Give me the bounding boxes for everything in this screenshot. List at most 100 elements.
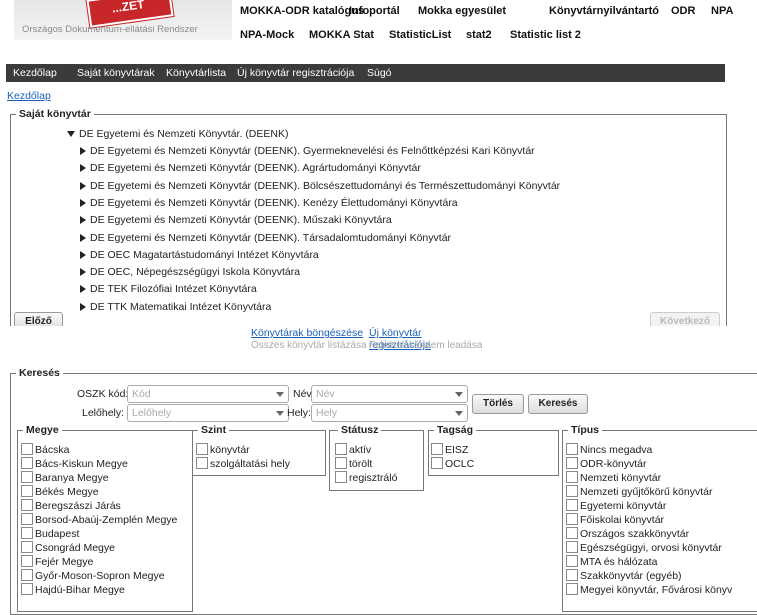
checkbox[interactable]: [566, 513, 578, 525]
checkbox[interactable]: [566, 443, 578, 455]
menu-own-libraries[interactable]: Saját könyvtárak: [77, 67, 155, 79]
filter-option[interactable]: Nemzeti könyvtár: [566, 471, 661, 484]
filter-option[interactable]: Országos szakkönyvtár: [566, 527, 689, 540]
top-nav-link[interactable]: stat2: [466, 29, 492, 41]
filter-option[interactable]: Győr-Moson-Sopron Megye: [21, 569, 165, 582]
checkbox[interactable]: [335, 457, 347, 469]
expand-triangle-icon[interactable]: [80, 268, 86, 277]
menu-new-library-registration[interactable]: Új könyvtár regisztrációja: [237, 67, 354, 79]
checkbox[interactable]: [21, 499, 33, 511]
menu-home[interactable]: Kezdőlap: [13, 67, 57, 79]
filter-option[interactable]: MTA és hálózata: [566, 555, 657, 568]
checkbox[interactable]: [335, 471, 347, 483]
filter-option[interactable]: Békés Megye: [21, 485, 99, 498]
filter-option[interactable]: OCLC: [431, 457, 474, 470]
checkbox[interactable]: [21, 443, 33, 455]
filter-option[interactable]: Egyetemi könyvtár: [566, 499, 666, 512]
place-combo[interactable]: Hely: [311, 404, 468, 422]
checkbox[interactable]: [566, 583, 578, 595]
breadcrumb-home[interactable]: Kezdőlap: [7, 90, 51, 102]
top-nav-link[interactable]: MOKKA Stat: [309, 29, 374, 41]
collapse-triangle-icon[interactable]: [67, 131, 75, 137]
checkbox[interactable]: [566, 569, 578, 581]
tree-item[interactable]: DE Egyetemi és Nemzeti Könyvtár (DEENK).…: [80, 162, 421, 174]
filter-option[interactable]: Egészségügyi, orvosi könyvtár: [566, 541, 722, 554]
expand-triangle-icon[interactable]: [80, 181, 86, 190]
checkbox[interactable]: [21, 471, 33, 483]
top-nav-link[interactable]: Mokka egyesület: [418, 5, 506, 17]
filter-option[interactable]: Budapest: [21, 527, 79, 540]
top-nav-link[interactable]: NPA: [711, 5, 733, 17]
clear-button[interactable]: Törlés: [472, 394, 524, 414]
filter-option[interactable]: Beregszászi Járás: [21, 499, 121, 512]
expand-triangle-icon[interactable]: [80, 250, 86, 259]
tree-item[interactable]: DE TEK Filozófiai Intézet Könyvtára: [80, 283, 257, 295]
name-combo[interactable]: Név: [311, 385, 468, 403]
checkbox[interactable]: [566, 457, 578, 469]
top-nav-link[interactable]: Könyvtárnyilvántartó: [549, 5, 659, 17]
top-nav-link[interactable]: MOKKA-ODR katalógus: [240, 5, 364, 17]
oszk-code-combo[interactable]: Kód: [127, 385, 289, 403]
filter-option[interactable]: törölt: [335, 457, 372, 470]
filter-option[interactable]: aktív: [335, 443, 371, 456]
filter-option[interactable]: Nemzeti gyűjtőkörű könyvtár: [566, 485, 712, 498]
checkbox[interactable]: [21, 583, 33, 595]
filter-option[interactable]: Hajdú-Bihar Megye: [21, 583, 125, 596]
checkbox[interactable]: [21, 555, 33, 567]
tree-item[interactable]: DE TTK Matematikai Intézet Könyvtára: [80, 301, 271, 313]
browse-libraries-link[interactable]: Könyvtárak böngészése: [251, 327, 363, 339]
checkbox[interactable]: [196, 457, 208, 469]
filter-option[interactable]: Szakkönyvtár (egyéb): [566, 569, 682, 582]
checkbox[interactable]: [21, 541, 33, 553]
filter-option[interactable]: Borsod-Abaúj-Zemplén Megye: [21, 513, 177, 526]
checkbox[interactable]: [21, 513, 33, 525]
filter-option[interactable]: EISZ: [431, 443, 468, 456]
search-button[interactable]: Keresés: [528, 394, 588, 414]
checkbox[interactable]: [21, 485, 33, 497]
tree-item[interactable]: DE Egyetemi és Nemzeti Könyvtár (DEENK).…: [80, 214, 392, 226]
top-nav-link[interactable]: NPA-Mock: [240, 29, 294, 41]
filter-option[interactable]: könyvtár: [196, 443, 250, 456]
filter-option[interactable]: szolgáltatási hely: [196, 457, 290, 470]
checkbox[interactable]: [431, 443, 443, 455]
checkbox[interactable]: [431, 457, 443, 469]
checkbox[interactable]: [566, 541, 578, 553]
top-nav-link[interactable]: Infoportál: [349, 5, 400, 17]
filter-option[interactable]: ODR-könyvtár: [566, 457, 647, 470]
expand-triangle-icon[interactable]: [80, 302, 86, 311]
menu-help[interactable]: Súgó: [367, 67, 392, 79]
tree-item[interactable]: DE Egyetemi és Nemzeti Könyvtár (DEENK).…: [80, 145, 535, 157]
expand-triangle-icon[interactable]: [80, 233, 86, 242]
expand-triangle-icon[interactable]: [80, 164, 86, 173]
tree-item[interactable]: DE Egyetemi és Nemzeti Könyvtár (DEENK).…: [80, 232, 451, 244]
checkbox[interactable]: [566, 555, 578, 567]
checkbox[interactable]: [196, 443, 208, 455]
menu-library-list[interactable]: Könyvtárlista: [166, 67, 226, 79]
expand-triangle-icon[interactable]: [80, 285, 86, 294]
tree-item[interactable]: DE OEC Magatartástudományi Intézet Könyv…: [80, 249, 319, 261]
filter-option[interactable]: Főiskolai könyvtár: [566, 513, 664, 526]
filter-option[interactable]: Megyei könyvtár, Fővárosi könyv: [566, 583, 732, 596]
filter-option[interactable]: regisztráló: [335, 471, 397, 484]
checkbox[interactable]: [21, 457, 33, 469]
expand-triangle-icon[interactable]: [80, 147, 86, 155]
filter-option[interactable]: Nincs megadva: [566, 443, 652, 456]
tree-item[interactable]: DE OEC, Népegészségügyi Iskola Könyvtára: [80, 266, 300, 278]
tree-item[interactable]: DE Egyetemi és Nemzeti Könyvtár (DEENK).…: [80, 197, 458, 209]
checkbox[interactable]: [21, 569, 33, 581]
checkbox[interactable]: [566, 499, 578, 511]
tree-item[interactable]: DE Egyetemi és Nemzeti Könyvtár (DEENK).…: [80, 180, 560, 192]
checkbox[interactable]: [335, 443, 347, 455]
filter-option[interactable]: Bácska: [21, 443, 69, 456]
checkbox[interactable]: [566, 485, 578, 497]
top-nav-link[interactable]: ODR: [671, 5, 695, 17]
top-nav-link[interactable]: StatisticList: [389, 29, 451, 41]
expand-triangle-icon[interactable]: [80, 216, 86, 225]
tree-root[interactable]: DE Egyetemi és Nemzeti Könyvtár. (DEENK): [67, 128, 288, 140]
checkbox[interactable]: [566, 471, 578, 483]
location-combo[interactable]: Lelőhely: [127, 404, 289, 422]
checkbox[interactable]: [21, 527, 33, 539]
filter-option[interactable]: Baranya Megye: [21, 471, 109, 484]
filter-option[interactable]: Bács-Kiskun Megye: [21, 457, 128, 470]
filter-option[interactable]: Fejér Megye: [21, 555, 93, 568]
